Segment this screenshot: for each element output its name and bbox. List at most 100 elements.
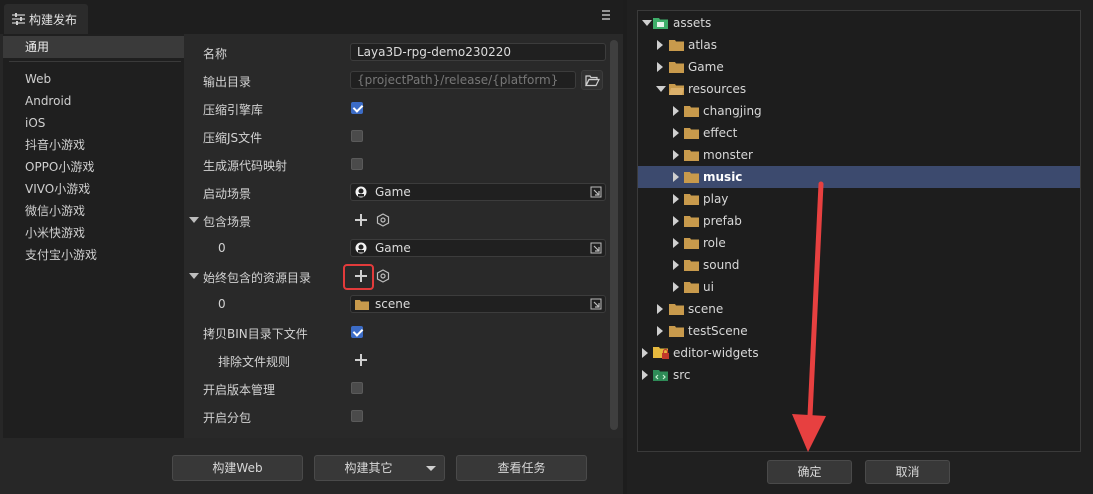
expand-icon[interactable] <box>673 238 679 248</box>
compress-js-checkbox[interactable] <box>351 130 363 142</box>
tree-label: testScene <box>688 324 748 338</box>
expand-icon[interactable] <box>642 20 652 26</box>
tree-item-src[interactable]: src <box>638 364 1080 386</box>
build-publish-panel: 构建发布 通用 Web Android iOS 抖音小游戏 OPPO小游戏 VI… <box>0 0 623 494</box>
tree-item-monster[interactable]: monster <box>638 144 1080 166</box>
chevron-down-icon <box>426 466 436 471</box>
sourcemap-checkbox[interactable] <box>351 158 363 170</box>
output-dir-field[interactable]: {projectPath}/release/{platform} <box>350 71 576 89</box>
highlight-box <box>343 264 374 290</box>
tab-bar: 构建发布 <box>0 0 623 34</box>
menu-icon[interactable] <box>600 9 612 21</box>
tab-build-publish[interactable]: 构建发布 <box>4 4 88 34</box>
sidebar-item-oppo[interactable]: OPPO小游戏 <box>3 156 184 178</box>
sidebar-item-alipay[interactable]: 支付宝小游戏 <box>3 244 184 266</box>
tree-label: role <box>703 236 726 250</box>
sidebar-item-general[interactable]: 通用 <box>3 36 184 58</box>
expand-icon[interactable] <box>673 172 679 182</box>
always-include-collapse-icon[interactable] <box>189 273 199 279</box>
folder-icon <box>684 128 699 139</box>
locate-icon[interactable] <box>590 298 602 310</box>
tree-item-atlas[interactable]: atlas <box>638 34 1080 56</box>
expand-icon[interactable] <box>657 304 663 314</box>
tree-item-assets[interactable]: assets <box>638 12 1080 34</box>
sidebar-item-wechat[interactable]: 微信小游戏 <box>3 200 184 222</box>
expand-icon[interactable] <box>657 62 663 72</box>
folder-tree: assets atlas Game resources changjing ef… <box>637 10 1081 452</box>
sidebar-item-ios[interactable]: iOS <box>3 112 184 134</box>
sidebar-item-xiaomi[interactable]: 小米快游戏 <box>3 222 184 244</box>
expand-icon[interactable] <box>642 370 648 380</box>
tree-label: play <box>703 192 729 206</box>
tree-label: effect <box>703 126 738 140</box>
expand-icon[interactable] <box>673 260 679 270</box>
collapse-icon[interactable] <box>656 86 666 92</box>
expand-icon[interactable] <box>657 326 663 336</box>
sidebar-item-web[interactable]: Web <box>3 68 184 90</box>
tree-item-testscene[interactable]: testScene <box>638 320 1080 342</box>
tree-item-game[interactable]: Game <box>638 56 1080 78</box>
sidebar-item-douyin[interactable]: 抖音小游戏 <box>3 134 184 156</box>
output-dir-label: 输出目录 <box>203 75 252 89</box>
always-include-value: scene <box>375 297 411 311</box>
include-scenes-collapse-icon[interactable] <box>189 217 199 223</box>
tree-label: atlas <box>688 38 717 52</box>
tree-item-changjing[interactable]: changjing <box>638 100 1080 122</box>
expand-icon[interactable] <box>673 150 679 160</box>
open-folder-icon <box>669 84 684 95</box>
locate-icon[interactable] <box>590 186 602 198</box>
expand-icon[interactable] <box>673 216 679 226</box>
always-include-field[interactable]: scene <box>350 295 606 313</box>
copy-bin-checkbox[interactable] <box>351 326 363 338</box>
add-scene-icon[interactable] <box>354 213 368 227</box>
tree-label: sound <box>703 258 740 272</box>
tree-item-editor-widgets[interactable]: editor-widgets <box>638 342 1080 364</box>
version-mgmt-label: 开启版本管理 <box>203 383 276 397</box>
cancel-button[interactable]: 取消 <box>865 460 950 484</box>
subpackage-checkbox[interactable] <box>351 410 363 422</box>
tree-item-scene[interactable]: scene <box>638 298 1080 320</box>
include-scenes-label: 包含场景 <box>203 215 252 229</box>
tree-item-role[interactable]: role <box>638 232 1080 254</box>
browse-folder-button[interactable] <box>581 70 603 90</box>
view-tasks-button[interactable]: 查看任务 <box>456 455 587 481</box>
expand-icon[interactable] <box>673 106 679 116</box>
build-other-button[interactable]: 构建其它 <box>314 455 445 481</box>
tree-label: editor-widgets <box>673 346 759 360</box>
tree-item-music[interactable]: music <box>638 166 1080 188</box>
settings-scrollbar[interactable] <box>610 40 618 430</box>
compress-engine-checkbox[interactable] <box>351 102 363 114</box>
tree-item-effect[interactable]: effect <box>638 122 1080 144</box>
settings-hex-icon[interactable] <box>376 269 390 283</box>
always-include-index: 0 <box>218 297 226 311</box>
folder-icon <box>669 62 684 73</box>
expand-icon[interactable] <box>642 348 648 358</box>
start-scene-field[interactable]: Game <box>350 183 606 201</box>
tree-label: prefab <box>703 214 742 228</box>
include-scene-field[interactable]: Game <box>350 239 606 257</box>
expand-icon[interactable] <box>657 40 663 50</box>
copy-bin-label: 拷贝BIN目录下文件 <box>203 327 308 341</box>
build-web-button[interactable]: 构建Web <box>172 455 303 481</box>
exclude-rules-label: 排除文件规则 <box>218 355 291 369</box>
tree-item-ui[interactable]: ui <box>638 276 1080 298</box>
tree-item-prefab[interactable]: prefab <box>638 210 1080 232</box>
tab-title: 构建发布 <box>29 12 78 27</box>
name-field[interactable]: Laya3D-rpg-demo230220 <box>350 43 606 61</box>
expand-icon[interactable] <box>673 194 679 204</box>
ok-button[interactable]: 确定 <box>767 460 852 484</box>
folder-icon <box>684 282 699 293</box>
tree-item-resources[interactable]: resources <box>638 78 1080 100</box>
add-exclude-rule-icon[interactable] <box>354 353 368 367</box>
name-label: 名称 <box>203 47 228 61</box>
expand-icon[interactable] <box>673 282 679 292</box>
expand-icon[interactable] <box>673 128 679 138</box>
version-mgmt-checkbox[interactable] <box>351 382 363 394</box>
locate-icon[interactable] <box>590 242 602 254</box>
tree-label: src <box>673 368 691 382</box>
sidebar-item-vivo[interactable]: VIVO小游戏 <box>3 178 184 200</box>
settings-hex-icon[interactable] <box>376 213 390 227</box>
tree-item-play[interactable]: play <box>638 188 1080 210</box>
tree-item-sound[interactable]: sound <box>638 254 1080 276</box>
sidebar-item-android[interactable]: Android <box>3 90 184 112</box>
